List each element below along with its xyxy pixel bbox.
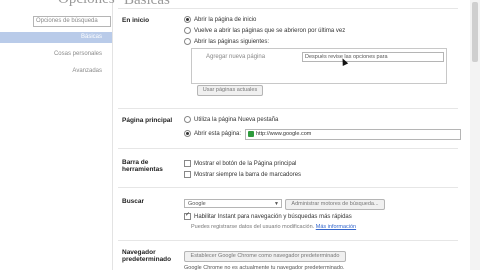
add-page-input[interactable]: Después revise las opciones para [302,52,444,62]
startup-option-pages-label: Abrir las páginas siguientes: [194,39,270,46]
default-browser-label-line1: Navegador [122,249,156,256]
default-browser-label-line2: predeterminado [122,256,172,263]
sidebar-item-cosas-personales[interactable]: Cosas personales [0,49,112,60]
instant-note: Puedes registrarse datos del usuario mod… [191,224,356,230]
toolbar-option-bookmarks-bar[interactable]: Mostrar siempre la barra de marcadores [184,171,301,179]
startup-option-home-label: Abrir la página de inicio [194,17,257,24]
section-divider [118,240,458,241]
radio-homepage-newtab[interactable] [184,116,191,123]
manage-search-engines-button[interactable]: Administrar motores de búsqueda... [285,199,385,210]
startup-option-restore-label: Vuelve a abrir las páginas que se abrier… [194,28,346,35]
learn-more-link[interactable]: Más información [316,224,356,230]
search-engine-value: Google [188,201,206,207]
homepage-option-page[interactable]: Abrir esta página: [184,130,241,138]
toolbar-option-home-button[interactable]: Mostrar el botón de la Página principal [184,160,296,168]
sidebar-item-basicas[interactable]: Básicas [0,32,112,43]
homepage-label: Página principal [122,117,173,124]
homepage-url-input[interactable]: http://www.google.com [245,129,461,140]
homepage-option-newtab[interactable]: Utiliza la página Nueva pestaña [184,116,278,124]
checkbox-show-bookmarks-bar[interactable] [184,171,191,178]
scrollbar[interactable] [470,0,480,270]
radio-homepage-page[interactable] [184,130,191,137]
search-input[interactable]: Opciones de búsqueda [33,16,111,27]
radio-startup-restore[interactable] [184,27,191,34]
sidebar-item-avanzadas[interactable]: Avanzadas [0,66,112,77]
startup-option-restore[interactable]: Vuelve a abrir las páginas que se abrier… [184,27,345,35]
radio-startup-home[interactable] [184,16,191,23]
instant-option[interactable]: Habilitar Instant para navegación y búsq… [184,211,352,221]
title-divider [118,8,458,9]
search-engine-select[interactable]: Google ▼ [184,199,282,208]
toolbar-label-line2: herramientas [122,166,163,173]
startup-pages-list: Agregar nueva página Después revise las … [191,48,447,84]
startup-option-home[interactable]: Abrir la página de inicio [184,16,256,24]
homepage-url-text: http://www.google.com [256,131,312,137]
default-browser-label: Navegador predeterminado [122,249,171,263]
homepage-option-newtab-label: Utiliza la página Nueva pestaña [194,117,279,124]
section-divider [118,187,458,188]
use-current-pages-button[interactable]: Usar páginas actuales [197,85,263,96]
homepage-option-page-label: Abrir esta página: [194,131,242,138]
toolbar-option-bookmarks-bar-label: Mostrar siempre la barra de marcadores [194,172,302,179]
page-favicon-icon [248,131,254,137]
startup-option-pages[interactable]: Abrir las páginas siguientes: [184,38,269,46]
set-default-browser-button[interactable]: Establecer Google Chrome como navegador … [184,251,346,262]
default-browser-status: Google Chrome no es actualmente tu naveg… [184,265,345,271]
add-page-label: Agregar nueva página [206,54,266,60]
toolbar-option-home-button-label: Mostrar el botón de la Página principal [194,161,297,168]
search-label: Buscar [122,198,145,205]
section-divider [118,108,458,109]
checkbox-instant[interactable] [184,211,191,220]
radio-startup-pages[interactable] [184,38,191,45]
scrollbar-thumb[interactable] [472,2,478,62]
checkbox-show-home-button[interactable] [184,160,191,167]
sidebar: Opciones Opciones de búsqueda Básicas Co… [0,0,115,270]
sidebar-title: Opciones [58,0,115,8]
toolbar-label-line1: Barra de [122,159,149,166]
instant-option-label: Habilitar Instant para navegación y búsq… [194,214,352,221]
startup-label: En inicio [122,17,150,24]
toolbar-label: Barra de herramientas [122,159,163,173]
chevron-down-icon: ▼ [274,201,279,207]
section-divider [118,148,458,149]
instant-note-text: Puedes registrarse datos del usuario mod… [191,224,315,230]
